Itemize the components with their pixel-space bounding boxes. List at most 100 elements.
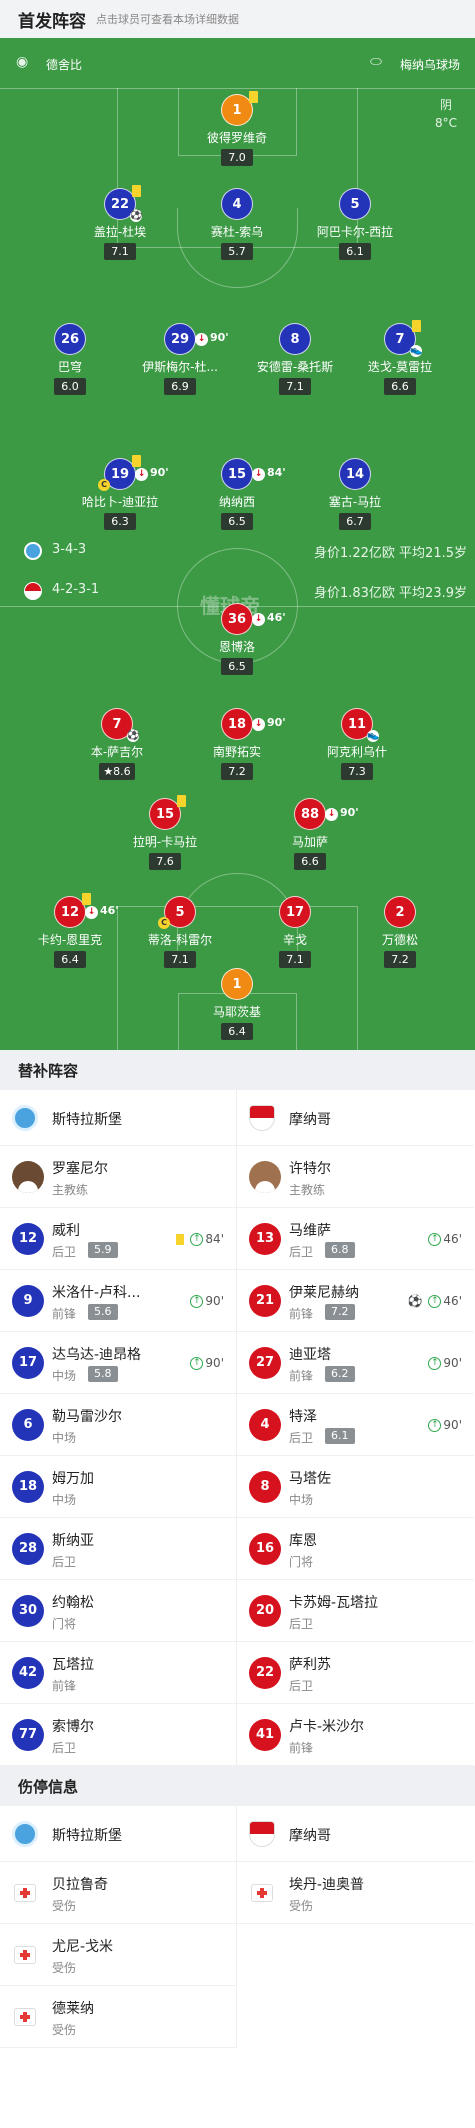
player-number: 1 (221, 968, 253, 1000)
home-team-value: 身价1.22亿欧 平均21.5岁 (314, 542, 467, 561)
player-rating: 5.8 (88, 1366, 118, 1382)
player-number: 18 ↓ 90' (221, 708, 286, 740)
home-player[interactable]: 4 赛杜-索乌 5.7 (182, 188, 292, 260)
away-value: 身价1.83亿欧 (313, 586, 395, 601)
away-injury-team[interactable]: 摩纳哥 (237, 1806, 474, 1862)
away-team-logo (24, 582, 42, 600)
bench-player-row[interactable]: 9 米洛什-卢科... 前锋 5.6 ↑ 90' (0, 1270, 236, 1332)
player-events: ↑ 84' (176, 1232, 224, 1246)
player-position: 前锋 (52, 1307, 77, 1321)
player-rating: 6.5 (221, 658, 253, 675)
player-name: 马加萨 (291, 835, 328, 849)
injury-player-row[interactable]: 德莱纳 受伤 (0, 1986, 236, 2048)
player-number: 5C (158, 896, 196, 929)
assist-icon: 👟 (367, 730, 380, 742)
bench-player-row[interactable]: 13 马维萨 后卫 6.8 ↑ 46' (237, 1208, 474, 1270)
sub-minute: 90' (340, 806, 359, 819)
bench-player-row[interactable]: 18 姆万加 中场 (0, 1456, 236, 1518)
away-player[interactable]: 2 万德松 7.2 (345, 896, 455, 968)
away-player[interactable]: 1 马耶茨基 6.4 (182, 968, 292, 1040)
home-coach[interactable]: 罗塞尼尔 主教练 (0, 1146, 236, 1208)
home-player[interactable]: 5 阿巴卡尔-西拉 6.1 (300, 188, 410, 260)
away-player[interactable]: 88 ↓ 90' 马加萨 6.6 (255, 798, 365, 870)
home-injury-team[interactable]: 斯特拉斯堡 (0, 1806, 236, 1862)
away-bench-team[interactable]: 摩纳哥 (237, 1090, 474, 1146)
away-team-name: 摩纳哥 (289, 1112, 331, 1128)
home-bench-team[interactable]: 斯特拉斯堡 (0, 1090, 236, 1146)
player-rating: 7.1 (279, 951, 311, 968)
injury-player-row[interactable]: 埃丹-迪奥普 受伤 (237, 1862, 474, 1924)
away-player[interactable]: 15 拉明-卡马拉 7.6 (110, 795, 220, 870)
goal-icon: ⚽ (130, 210, 143, 222)
coach-role: 主教练 (52, 1183, 89, 1197)
player-name: 巴穹 (57, 360, 82, 374)
player-events: ↑ 90' (190, 1356, 224, 1370)
player-number: 6 (12, 1409, 44, 1441)
bench-player-row[interactable]: 28 斯纳亚 后卫 (0, 1518, 236, 1580)
home-player[interactable]: 7 👟 迭戈-莫雷拉 6.6 (345, 320, 455, 395)
referee-name: 德舍比 (46, 58, 83, 72)
weather-temperature: 8°C (434, 116, 457, 130)
bench-player-row[interactable]: 17 达乌达-迪昂格 中场 5.8 ↑ 90' (0, 1332, 236, 1394)
player-number: 4 (221, 188, 253, 220)
player-rating: 5.9 (88, 1242, 118, 1258)
bench-player-row[interactable]: 42 瓦塔拉 前锋 (0, 1642, 236, 1704)
away-team-logo (249, 1821, 275, 1847)
away-coach[interactable]: 许特尔 主教练 (237, 1146, 474, 1208)
yellow-card-icon (177, 795, 186, 807)
injury-player-row[interactable]: 尤尼-戈米 受伤 (0, 1924, 236, 1986)
player-position: 后卫 (289, 1679, 314, 1693)
sub-in-icon: ↑ (428, 1418, 442, 1432)
home-player[interactable]: 29 ↓ 90' 伊斯梅尔-杜... 6.9 (125, 323, 235, 395)
player-name: 索博尔 (52, 1719, 94, 1735)
bench-player-row[interactable]: 30 约翰松 门将 (0, 1580, 236, 1642)
player-name: 本-萨吉尔 (90, 745, 144, 759)
sub-out-icon: ↓ (85, 906, 98, 919)
away-player[interactable]: 7 ⚽ 本-萨吉尔 ★8.6 (62, 708, 172, 780)
away-player[interactable]: 12 ↓ 46' 卡约-恩里克 6.4 (15, 893, 125, 968)
home-formation: 3-4-3 (52, 542, 87, 557)
home-player[interactable]: 22 ⚽ 盖拉-杜埃 7.1 (65, 185, 175, 260)
player-events: ↑ 90' (190, 1294, 224, 1308)
home-player[interactable]: 15 ↓ 84' 纳纳西 6.5 (182, 458, 292, 530)
player-number: 7 ⚽ (101, 708, 139, 742)
home-player[interactable]: 19 C ↓ 90' 哈比卜-迪亚拉 6.3 (65, 455, 175, 530)
bench-player-row[interactable]: 27 迪亚塔 前锋 6.2 ↑ 90' (237, 1332, 474, 1394)
bench-player-row[interactable]: 6 勒马雷沙尔 中场 (0, 1394, 236, 1456)
bench-player-row[interactable]: 20 卡苏姆-瓦塔拉 后卫 (237, 1580, 474, 1642)
player-number: 1 (221, 91, 258, 126)
player-rating: 7.6 (149, 853, 181, 870)
home-team-logo (12, 1821, 38, 1847)
player-name: 马塔佐 (289, 1471, 331, 1487)
away-player[interactable]: 5 C 蒂洛-科雷尔 7.1 (125, 896, 235, 968)
away-player[interactable]: 11 👟 阿克利乌什 7.3 (302, 708, 412, 780)
away-player[interactable]: 36 ↓ 46' 恩博洛 6.5 (182, 603, 292, 675)
injury-player-row[interactable]: 贝拉鲁奇 受伤 (0, 1862, 236, 1924)
player-name: 南野拓实 (212, 745, 261, 759)
home-player[interactable]: 14 塞古-马拉 6.7 (300, 458, 410, 530)
weather: 阴 8°C (435, 96, 457, 132)
away-player[interactable]: 17 辛戈 7.1 (240, 896, 350, 968)
bench-player-row[interactable]: 77 索博尔 后卫 (0, 1704, 236, 1766)
bench-player-row[interactable]: 12 威利 后卫 5.9 ↑ 84' (0, 1208, 236, 1270)
bench-player-row[interactable]: 21 伊莱尼赫纳 前锋 7.2 ⚽ ↑ 46' (237, 1270, 474, 1332)
player-number: 41 (249, 1719, 281, 1751)
sub-minute: 46' (443, 1232, 462, 1246)
bench-player-row[interactable]: 4 特泽 后卫 6.1 ↑ 90' (237, 1394, 474, 1456)
home-player[interactable]: 8 安德雷-桑托斯 7.1 (240, 323, 350, 395)
yellow-card-icon (412, 320, 421, 332)
bench-player-row[interactable]: 8 马塔佐 中场 (237, 1456, 474, 1518)
lineup-header: 首发阵容 点击球员可查看本场详细数据 (0, 0, 475, 38)
player-name: 瓦塔拉 (52, 1657, 94, 1673)
player-name: 伊斯梅尔-杜... (142, 360, 218, 374)
player-events: ↑ 46' (428, 1232, 462, 1246)
home-player[interactable]: 1 彼得罗维奇 7.0 (182, 91, 292, 166)
medical-kit-icon (14, 2008, 36, 2026)
home-player[interactable]: 26 巴穹 6.0 (15, 323, 125, 395)
bench-player-row[interactable]: 16 库恩 门将 (237, 1518, 474, 1580)
bench-player-row[interactable]: 41 卢卡-米沙尔 前锋 (237, 1704, 474, 1766)
bench-player-row[interactable]: 22 萨利苏 后卫 (237, 1642, 474, 1704)
player-number: 17 (279, 896, 311, 928)
away-player[interactable]: 18 ↓ 90' 南野拓实 7.2 (182, 708, 292, 780)
sub-out-icon: ↓ (135, 468, 148, 481)
